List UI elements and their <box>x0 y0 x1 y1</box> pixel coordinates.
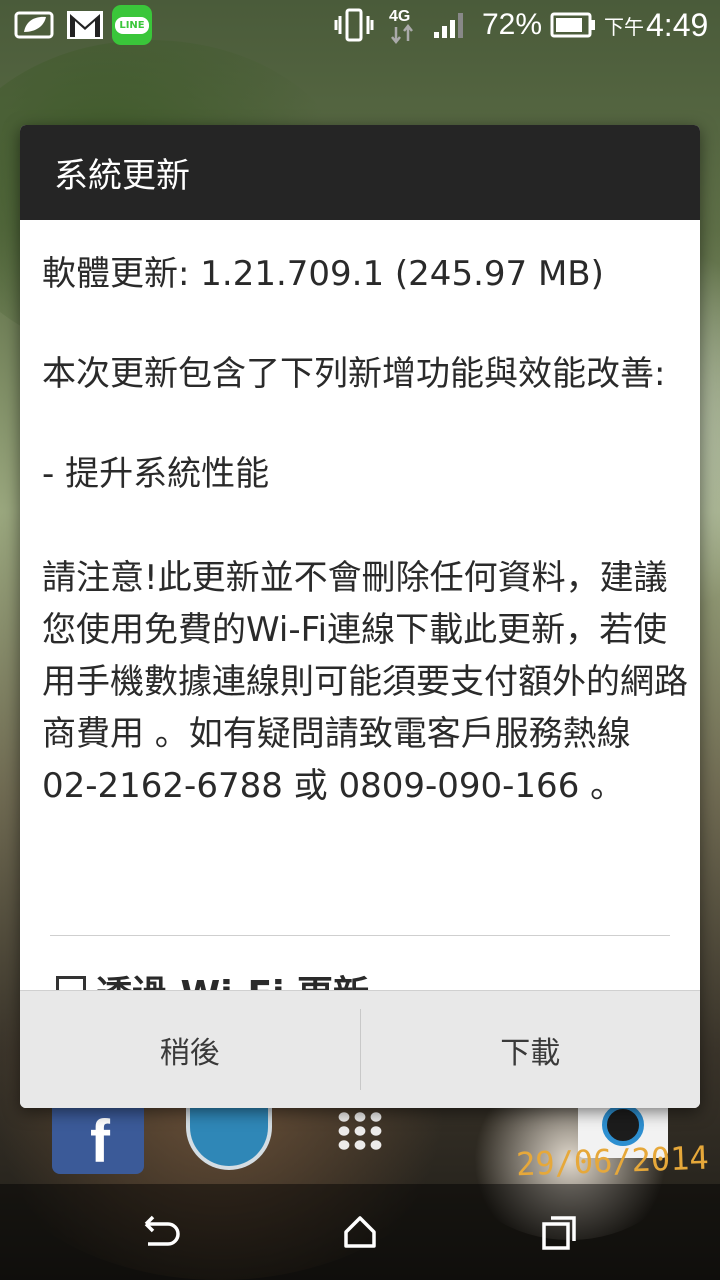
network-4g-icon: 4G <box>388 0 418 50</box>
vibrate-icon <box>334 0 374 50</box>
recent-apps-icon[interactable] <box>538 1212 582 1252</box>
software-version-text: 軟體更新: 1.21.709.1 (245.97 MB) <box>42 254 604 294</box>
gmail-icon <box>66 0 104 50</box>
update-item-text: - 提升系統性能 <box>42 454 270 494</box>
clock: 下午 4:49 <box>604 0 708 50</box>
app-drawer-icon[interactable] <box>336 1110 384 1152</box>
globe-icon[interactable] <box>186 1100 272 1170</box>
clock-ampm: 下午 <box>604 16 644 39</box>
facebook-icon[interactable]: f <box>52 1108 144 1174</box>
notification-leaf-icon <box>14 0 54 50</box>
line-app-label: LINE <box>115 16 149 34</box>
dialog-body[interactable]: 軟體更新: 1.21.709.1 (245.97 MB) 本次更新包含了下列新增… <box>20 220 700 990</box>
later-button[interactable]: 稍後 <box>20 991 360 1108</box>
back-icon[interactable] <box>138 1212 182 1252</box>
dialog-title: 系統更新 <box>20 125 700 220</box>
battery-percentage: 72% <box>482 8 543 41</box>
checkbox-icon[interactable] <box>56 976 86 990</box>
battery-icon <box>550 0 596 50</box>
download-button[interactable]: 下載 <box>361 991 701 1108</box>
network-label: 4G <box>389 8 410 25</box>
status-bar: LINE 4G 72% 下午 4:49 <box>0 0 720 50</box>
navigation-bar <box>0 1184 720 1280</box>
wifi-only-label: 透過 Wi-Fi 更新 <box>96 965 369 990</box>
line-app-icon: LINE <box>112 0 152 50</box>
home-icon[interactable] <box>338 1212 382 1252</box>
dialog-buttons: 稍後 下載 <box>20 990 700 1108</box>
clock-time: 4:49 <box>646 6 709 43</box>
home-dock: f 29/06/2014 <box>0 1100 720 1190</box>
photo-date-stamp: 29/06/2014 <box>515 1138 710 1184</box>
divider <box>50 935 670 936</box>
wifi-only-checkbox[interactable]: 透過 Wi-Fi 更新 <box>56 965 369 990</box>
system-update-dialog: 系統更新 軟體更新: 1.21.709.1 (245.97 MB) 本次更新包含… <box>20 125 700 1108</box>
signal-icon <box>432 0 468 50</box>
update-notice-text: 請注意!此更新並不會刪除任何資料，建議您使用免費的Wi-Fi連線下載此更新，若使… <box>42 558 688 806</box>
update-intro-text: 本次更新包含了下列新增功能與效能改善: <box>42 354 666 394</box>
